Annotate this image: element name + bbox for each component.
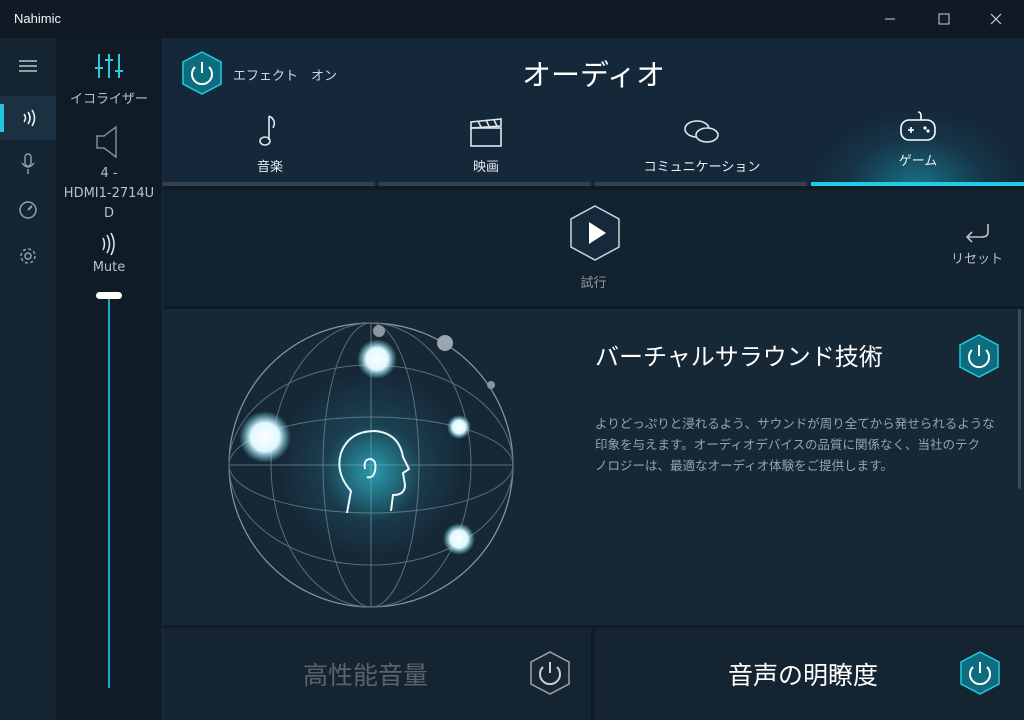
app-title: Nahimic: [14, 11, 61, 26]
device-name-line3: D: [103, 206, 114, 221]
tab-game-label: ゲーム: [898, 154, 938, 169]
tab-underline: [379, 182, 591, 186]
gamepad-icon: [900, 111, 936, 141]
speaker-icon: [96, 125, 117, 159]
tab-communication-label: コミュニケーション: [643, 160, 761, 175]
mute-toggle[interactable]: [100, 232, 118, 260]
gear-icon: [20, 248, 36, 264]
description-line-3: ノロジーは、最適なオーディオ体験をご提供します。: [595, 458, 893, 473]
device-panel: イコライザー 4 - HDMI1-2714U D Mute: [56, 38, 163, 720]
maximize-icon: [938, 13, 950, 25]
page-title: オーディオ: [522, 58, 665, 92]
voice-clarity-panel: 音声の明瞭度: [595, 628, 1024, 720]
close-button[interactable]: [972, 0, 1020, 38]
surround-description: よりどっぷりと浸れるよう、サウンドが周り全てから発せられるような 印象を与えます…: [595, 413, 1005, 476]
description-line-2: 印象を与えます。オーディオデバイスの品質に関係なく、当社のテク: [595, 437, 981, 452]
nav-item-settings[interactable]: [0, 234, 56, 278]
chat-bubbles-icon: [684, 120, 719, 143]
tab-game[interactable]: ゲーム: [811, 110, 1024, 186]
title-bar: Nahimic: [0, 0, 1024, 38]
minimize-icon: [885, 18, 895, 20]
sound-wave-icon: [102, 232, 115, 256]
scrollbar[interactable]: [1018, 309, 1021, 489]
play-test-button[interactable]: [568, 204, 622, 262]
reset-label: リセット: [950, 252, 1003, 267]
side-nav: [0, 38, 56, 720]
preset-tabs: 音楽 映画 コミュニケーション ゲーム: [163, 110, 1024, 186]
nav-item-audio[interactable]: [0, 96, 56, 140]
maximize-button[interactable]: [920, 0, 968, 38]
tab-underline: [163, 182, 375, 186]
high-volume-title: 高性能音量: [303, 661, 429, 690]
menu-button[interactable]: [0, 44, 56, 88]
header: エフェクト オン オーディオ 音楽 映画 コミュニケーション ゲーム: [163, 38, 1024, 186]
surround-power-button[interactable]: [958, 333, 1000, 379]
virtual-surround-panel: バーチャルサラウンド技術 よりどっぷりと浸れるよう、サウンドが周り全てから発せら…: [163, 309, 1024, 625]
hamburger-icon: [19, 60, 37, 72]
nav-item-microphone[interactable]: [0, 142, 56, 186]
test-label: 試行: [580, 276, 607, 291]
device-name-line1: 4 -: [100, 166, 118, 181]
mute-label: Mute: [92, 260, 126, 275]
close-icon: [990, 13, 1002, 25]
test-bar: 試行 リセット: [163, 190, 1024, 306]
speaker-icon-wrap: [94, 124, 124, 164]
nav-item-performance[interactable]: [0, 188, 56, 232]
voice-clarity-title: 音声の明瞭度: [728, 661, 879, 690]
reset-button[interactable]: リセット: [949, 222, 1005, 272]
minimize-button[interactable]: [866, 0, 914, 38]
volume-slider-track[interactable]: [108, 296, 110, 688]
return-arrow-icon: [965, 224, 989, 243]
tab-music-label: 音楽: [256, 160, 283, 175]
high-volume-power-button[interactable]: [529, 650, 571, 696]
tab-music[interactable]: 音楽: [163, 110, 377, 186]
volume-slider-handle[interactable]: [96, 292, 122, 299]
equalizer-label: イコライザー: [69, 92, 148, 107]
high-performance-volume-panel: 高性能音量: [163, 628, 591, 720]
gauge-icon: [19, 201, 37, 219]
audio-wave-icon: [23, 109, 36, 127]
description-line-1: よりどっぷりと浸れるよう、サウンドが周り全てから発せられるような: [595, 416, 995, 431]
microphone-icon: [21, 153, 35, 174]
equalizer-icon: [95, 54, 123, 78]
tab-underline: [595, 182, 807, 186]
clapperboard-icon: [470, 118, 502, 147]
surround-title: バーチャルサラウンド技術: [595, 343, 883, 371]
surround-sphere-illustration: [228, 322, 514, 608]
main-area: エフェクト オン オーディオ 音楽 映画 コミュニケーション ゲーム 試行 リセ…: [163, 38, 1024, 720]
music-note-icon: [259, 115, 276, 146]
device-name-line2: HDMI1-2714U: [63, 186, 155, 201]
tab-underline-active: [811, 182, 1024, 186]
tab-communication[interactable]: コミュニケーション: [595, 110, 809, 186]
equalizer-button[interactable]: [94, 52, 124, 84]
tab-movie-label: 映画: [472, 160, 499, 175]
voice-clarity-power-button[interactable]: [959, 650, 1001, 696]
tab-movie[interactable]: 映画: [379, 110, 593, 186]
